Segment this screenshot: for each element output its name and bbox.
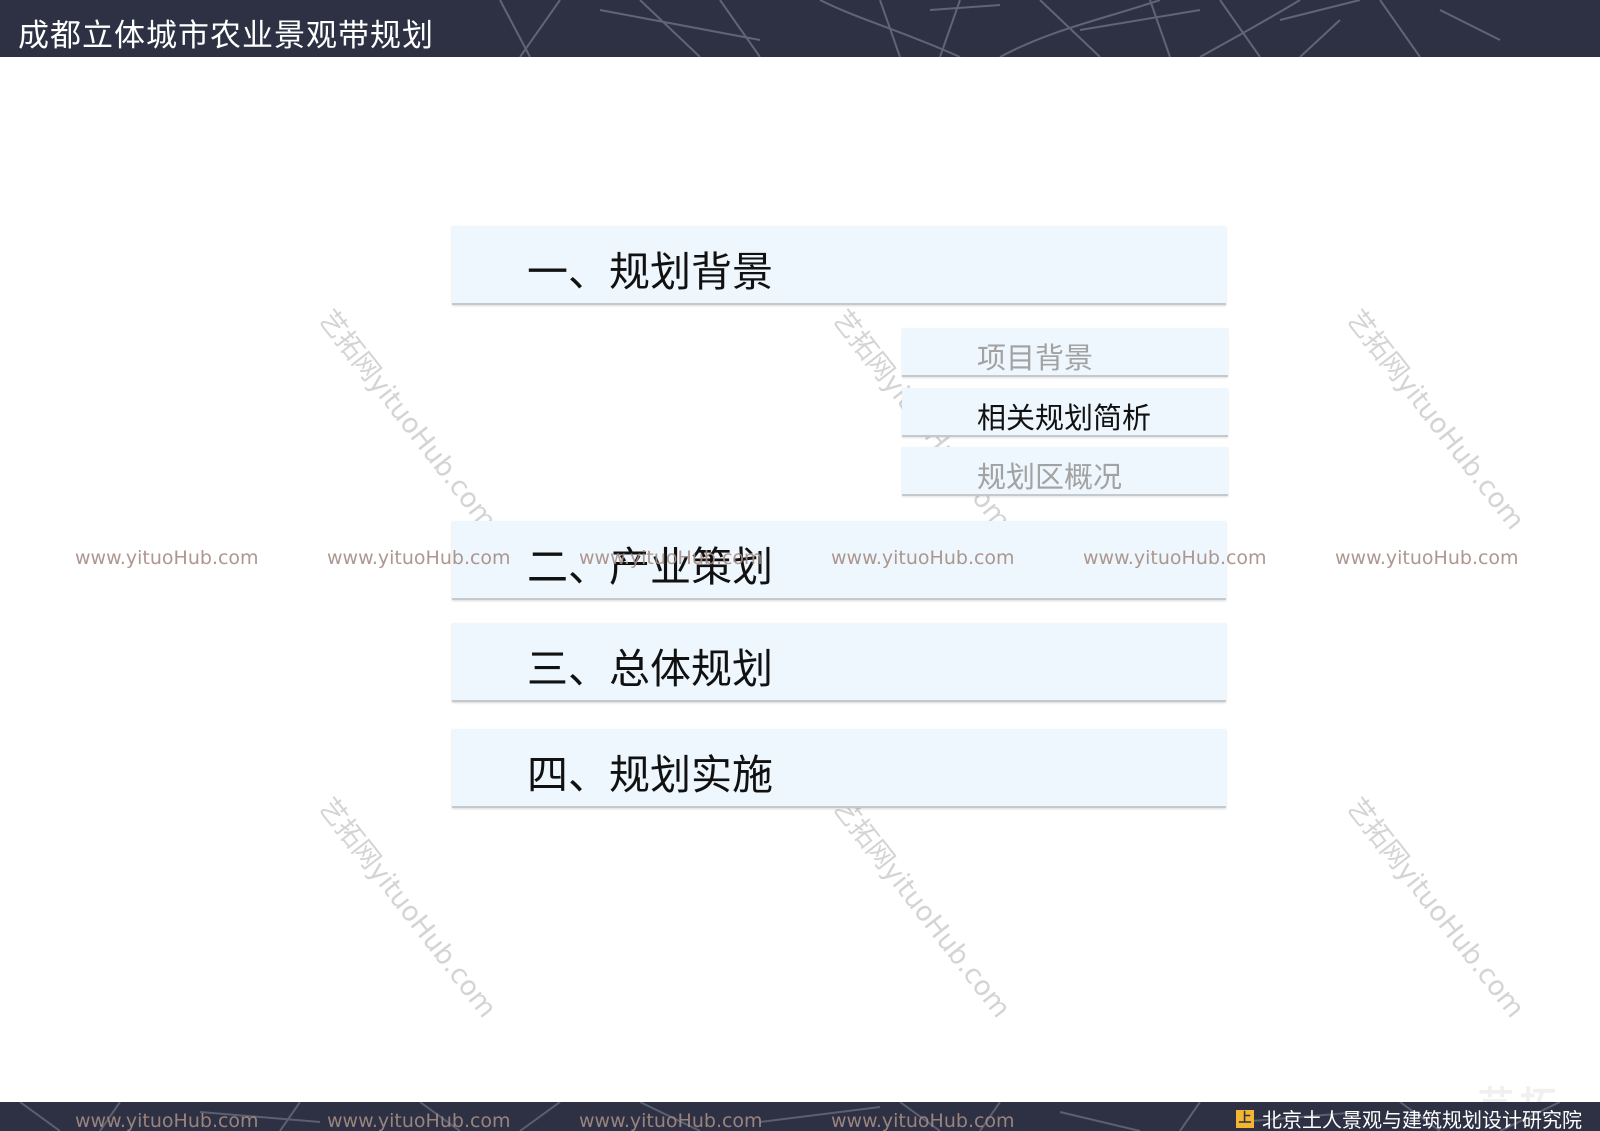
page-title: 成都立体城市农业景观带规划: [18, 18, 434, 54]
section-label: 一、规划背景: [527, 248, 773, 296]
submenu-label: 项目背景: [977, 341, 1094, 375]
submenu-label: 相关规划简析: [977, 401, 1152, 435]
watermark-url: www.yituoHub.com: [1335, 547, 1519, 569]
watermark-diagonal: 艺拓网yituoHub.com: [1340, 792, 1531, 1024]
section-label: 二、产业策划: [527, 543, 773, 591]
square-logo-icon: 上: [1236, 1109, 1254, 1128]
watermark-diagonal: 艺拓网yituoHub.com: [1340, 304, 1531, 536]
watermark-diagonal: 艺拓网yituoHub.com: [826, 792, 1017, 1024]
menu-item-industry-planning[interactable]: 二、产业策划: [452, 521, 1226, 600]
header-bar: 成都立体城市农业景观带规划: [0, 0, 1600, 57]
menu-item-implementation[interactable]: 四、规划实施: [452, 729, 1226, 808]
submenu-label: 规划区概况: [977, 460, 1123, 494]
footer-organization: 上 北京土人景观与建筑规划设计研究院: [1236, 1104, 1582, 1131]
submenu-item-planning-area-overview[interactable]: 规划区概况: [902, 447, 1228, 496]
watermark-diagonal: 艺拓网yituoHub.com: [312, 792, 503, 1024]
submenu-item-project-background[interactable]: 项目背景: [902, 328, 1228, 377]
submenu-item-related-planning[interactable]: 相关规划简析: [902, 388, 1228, 437]
menu-item-planning-background[interactable]: 一、规划背景: [452, 226, 1226, 305]
footer-bar: www.yituoHub.com www.yituoHub.com www.yi…: [0, 1102, 1600, 1131]
section-label: 三、总体规划: [527, 645, 773, 693]
organization-name: 北京土人景观与建筑规划设计研究院: [1262, 1108, 1582, 1131]
menu-item-master-plan[interactable]: 三、总体规划: [452, 623, 1226, 702]
watermark-diagonal: 艺拓网yituoHub.com: [312, 304, 503, 536]
section-label: 四、规划实施: [527, 751, 773, 799]
watermark-url: www.yituoHub.com: [75, 547, 259, 569]
